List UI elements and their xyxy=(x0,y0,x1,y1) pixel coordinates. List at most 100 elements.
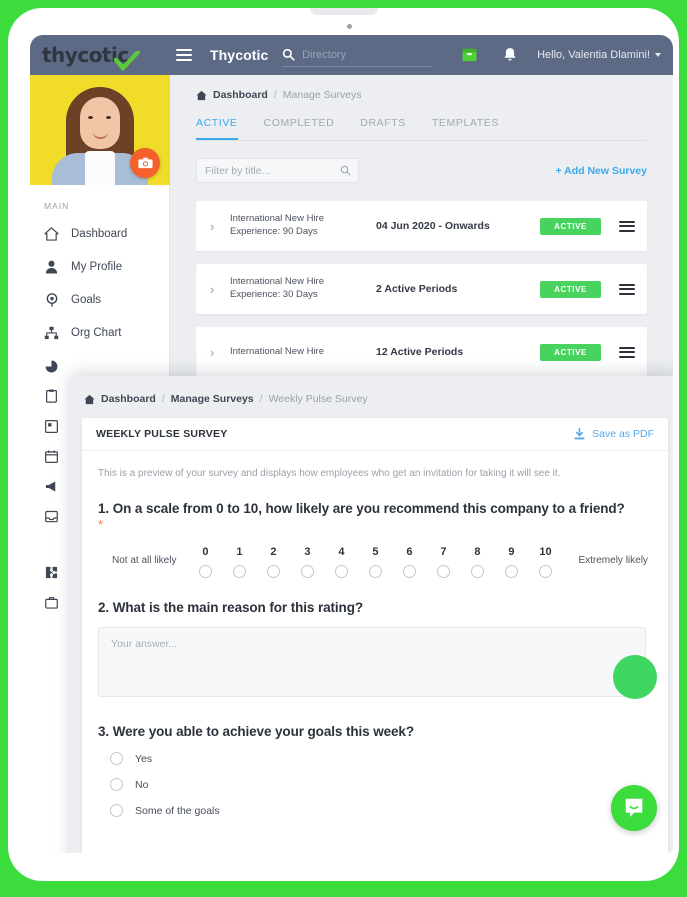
filter-by-title[interactable] xyxy=(196,158,359,183)
camera-icon[interactable] xyxy=(130,148,160,178)
tab-active[interactable]: ACTIVE xyxy=(196,117,238,140)
chevron-down-icon xyxy=(655,53,661,57)
nps-low-label: Not at all likely xyxy=(112,555,177,566)
home-icon xyxy=(196,90,207,100)
add-new-survey-button[interactable]: + Add New Survey xyxy=(555,165,647,177)
nps-option-4[interactable]: 4 xyxy=(324,546,358,578)
chat-bubble-icon[interactable] xyxy=(611,785,657,831)
list-menu-icon[interactable] xyxy=(619,220,635,232)
floating-action-button[interactable] xyxy=(613,655,657,699)
megaphone-icon xyxy=(44,479,59,494)
tab-templates[interactable]: TEMPLATES xyxy=(432,117,499,140)
clipboard-icon xyxy=(44,389,59,404)
nps-option-6[interactable]: 6 xyxy=(392,546,426,578)
radio-label: Some of the goals xyxy=(135,804,220,817)
nps-option-7[interactable]: 7 xyxy=(426,546,460,578)
user-greeting-menu[interactable]: Hello, Valentia Dlamini! xyxy=(537,49,661,61)
tab-drafts[interactable]: DRAFTS xyxy=(360,117,406,140)
breadcrumb: Dashboard / Manage Surveys xyxy=(170,75,673,101)
list-menu-icon[interactable] xyxy=(619,283,635,295)
sidebar-item-org-chart[interactable]: Org Chart xyxy=(30,316,169,349)
bell-icon[interactable] xyxy=(503,47,517,63)
nps-number: 8 xyxy=(474,546,481,558)
breadcrumb-separator: / xyxy=(259,393,263,405)
filter-row: + Add New Survey xyxy=(196,158,647,183)
nps-radio[interactable] xyxy=(538,565,552,578)
radio-button[interactable] xyxy=(110,778,123,791)
survey-period: 12 Active Periods xyxy=(376,346,464,358)
radio-option-some-of-the-goals[interactable]: Some of the goals xyxy=(98,804,652,817)
search-input[interactable] xyxy=(302,48,423,61)
breadcrumb-item-manage-surveys[interactable]: Manage Surveys xyxy=(283,89,362,101)
list-menu-icon[interactable] xyxy=(619,346,635,358)
nps-scale: Not at all likely 0 1 2 3 4 5 6 7 8 9 10… xyxy=(98,546,652,578)
table-row[interactable]: › International New Hire Experience: 90 … xyxy=(196,201,647,251)
org-chart-icon xyxy=(44,325,59,340)
survey-period: 04 Jun 2020 - Onwards xyxy=(376,220,490,232)
briefcase-icon xyxy=(44,595,59,610)
nps-option-9[interactable]: 9 xyxy=(494,546,528,578)
top-navigation-bar: thycotic Thycotic Directory Hello, Valen… xyxy=(30,35,673,75)
breadcrumb-item-dashboard[interactable]: Dashboard xyxy=(213,89,268,101)
status-badge: ACTIVE xyxy=(540,280,601,298)
breadcrumb-separator: / xyxy=(273,89,277,101)
nps-radio[interactable] xyxy=(436,565,450,578)
save-as-pdf-button[interactable]: Save as PDF xyxy=(574,428,654,440)
chevron-right-icon[interactable]: › xyxy=(210,219,224,234)
sidebar-item-dashboard[interactable]: Dashboard xyxy=(30,217,169,250)
question-text: 1. On a scale from 0 to 10, how likely a… xyxy=(98,501,625,516)
radio-option-no[interactable]: No xyxy=(98,778,652,791)
nps-radio[interactable] xyxy=(300,565,314,578)
nps-option-3[interactable]: 3 xyxy=(290,546,324,578)
nps-option-8[interactable]: 8 xyxy=(460,546,494,578)
nps-option-0[interactable]: 0 xyxy=(188,546,222,578)
radio-button[interactable] xyxy=(110,804,123,817)
sidebar-item-goals[interactable]: Goals xyxy=(30,283,169,316)
inbox-tray-icon xyxy=(44,509,59,524)
nps-radio[interactable] xyxy=(198,565,212,578)
survey-preview-card: WEEKLY PULSE SURVEY Save as PDF This is … xyxy=(82,418,668,853)
survey-card-header: WEEKLY PULSE SURVEY Save as PDF xyxy=(82,418,668,451)
nps-radio[interactable] xyxy=(266,565,280,578)
chevron-right-icon[interactable]: › xyxy=(210,345,224,360)
breadcrumb-separator: / xyxy=(161,393,165,405)
question-2: 2. What is the main reason for this rati… xyxy=(98,600,652,702)
brand-logo-block[interactable]: thycotic xyxy=(30,35,170,75)
nps-radio[interactable] xyxy=(470,565,484,578)
breadcrumb-item-manage-surveys[interactable]: Manage Surveys xyxy=(171,393,254,405)
nps-option-5[interactable]: 5 xyxy=(358,546,392,578)
survey-title: International New Hire Experience: 90 Da… xyxy=(230,213,324,237)
nps-high-label: Extremely likely xyxy=(578,555,648,566)
nps-radio[interactable] xyxy=(402,565,416,578)
radio-button[interactable] xyxy=(110,752,123,765)
user-icon xyxy=(44,259,59,274)
hamburger-icon[interactable] xyxy=(176,49,192,61)
radio-option-yes[interactable]: Yes xyxy=(98,752,652,765)
table-row[interactable]: › International New Hire 12 Active Perio… xyxy=(196,327,647,377)
survey-title: International New Hire xyxy=(230,345,324,357)
home-icon xyxy=(84,394,95,404)
nps-option-10[interactable]: 10 xyxy=(528,546,562,578)
table-row[interactable]: › International New Hire Experience: 30 … xyxy=(196,264,647,314)
sidebar-section-label: MAIN xyxy=(44,201,70,211)
nps-radio[interactable] xyxy=(504,565,518,578)
nps-radio[interactable] xyxy=(368,565,382,578)
chevron-right-icon[interactable]: › xyxy=(210,282,224,297)
breadcrumb-item-dashboard[interactable]: Dashboard xyxy=(101,393,156,405)
nps-option-1[interactable]: 1 xyxy=(222,546,256,578)
nps-option-2[interactable]: 2 xyxy=(256,546,290,578)
green-check-icon xyxy=(114,51,140,71)
device-camera-dot xyxy=(347,24,352,29)
user-greeting-label: Hello, Valentia Dlamini! xyxy=(537,49,650,61)
breadcrumb: Dashboard / Manage Surveys / Weekly Puls… xyxy=(70,376,673,405)
nps-radio[interactable] xyxy=(334,565,348,578)
nps-number: 9 xyxy=(508,546,515,558)
nps-radio[interactable] xyxy=(232,565,246,578)
directory-search[interactable] xyxy=(282,43,433,67)
answer-textarea[interactable] xyxy=(98,627,646,697)
inbox-icon[interactable] xyxy=(462,48,477,62)
filter-input[interactable] xyxy=(205,164,340,177)
search-icon xyxy=(282,48,295,61)
tab-completed[interactable]: COMPLETED xyxy=(264,117,335,140)
sidebar-item-my-profile[interactable]: My Profile xyxy=(30,250,169,283)
